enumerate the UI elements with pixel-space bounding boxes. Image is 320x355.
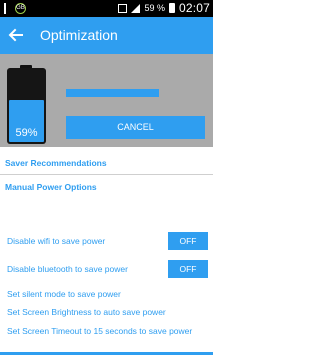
status-bar: GB 59 % 02:07	[0, 0, 213, 17]
wifi-toggle[interactable]: OFF	[168, 232, 208, 250]
usb-icon	[4, 3, 11, 14]
manual-power-options-heading: Manual Power Options	[5, 182, 97, 192]
battery-graphic: 59%	[7, 68, 46, 144]
optimization-panel: 59% CANCEL	[0, 54, 213, 147]
app-badge-icon: GB	[15, 3, 26, 14]
screenshot-icon	[118, 3, 128, 13]
divider	[0, 174, 213, 175]
battery-percent-label: 59%	[15, 127, 38, 139]
page-title: Optimization	[40, 27, 118, 43]
battery-percent-text: 59 %	[144, 3, 165, 13]
bluetooth-toggle[interactable]: OFF	[168, 260, 208, 278]
option-screen-brightness[interactable]: Set Screen Brightness to auto save power	[7, 307, 166, 317]
system-icons: 59 % 02:07	[118, 1, 210, 15]
optimization-progress-bar	[66, 89, 159, 97]
option-screen-timeout[interactable]: Set Screen Timeout to 15 seconds to save…	[7, 326, 202, 337]
back-arrow-icon[interactable]	[8, 27, 24, 43]
option-silent-mode[interactable]: Set silent mode to save power	[7, 289, 121, 299]
signal-icon	[131, 3, 141, 13]
option-disable-bluetooth[interactable]: Disable bluetooth to save power	[7, 264, 128, 274]
cancel-button[interactable]: CANCEL	[66, 116, 205, 139]
battery-icon	[168, 3, 175, 13]
notification-icons: GB	[4, 3, 26, 14]
option-disable-wifi[interactable]: Disable wifi to save power	[7, 236, 105, 246]
app-bar: Optimization	[0, 17, 213, 54]
clock: 02:07	[178, 1, 210, 15]
saver-recommendations-link[interactable]: Saver Recommendations	[5, 158, 107, 168]
